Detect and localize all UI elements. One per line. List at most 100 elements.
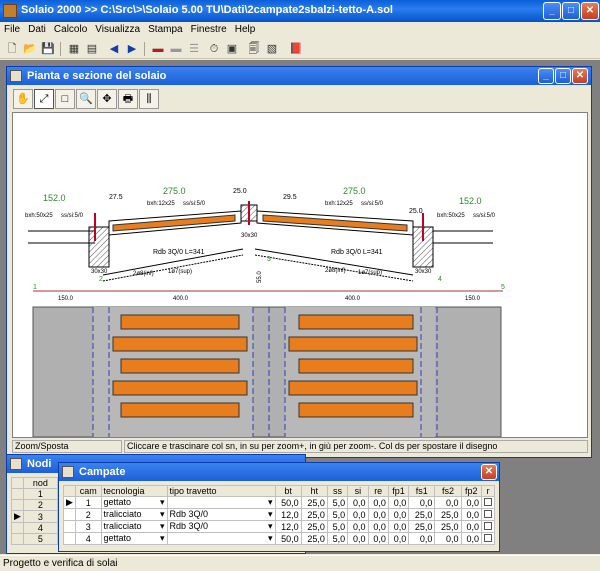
open-folder-icon[interactable]: 📂 (22, 41, 38, 57)
table-cell[interactable]: 0,0 (434, 496, 462, 509)
table-row[interactable]: 5 (11, 533, 58, 545)
table-cell[interactable]: 5,0 (326, 520, 349, 533)
menu-file[interactable]: File (0, 22, 24, 37)
table-cell[interactable]: 5,0 (326, 532, 349, 545)
table-row[interactable]: 4 gettato ▾ ▾ 50,0 25,0 5,0 0,0 0,0 0,0 0… (63, 532, 495, 545)
save-disk-icon[interactable]: 💾 (40, 41, 56, 57)
menu-dati[interactable]: Dati (24, 22, 50, 37)
chevron-down-icon[interactable]: ▾ (268, 509, 273, 520)
zoom-pan-tool-icon[interactable]: ⤢ (34, 89, 54, 109)
table-cell[interactable]: 25,0 (434, 508, 462, 521)
table-cell[interactable]: 0,0 (387, 532, 410, 545)
table-cell[interactable]: 0,0 (387, 508, 410, 521)
close-button[interactable]: ✕ (581, 2, 599, 20)
print-preview-icon[interactable]: 🗐 (246, 41, 262, 57)
table-row[interactable]: 4 (11, 522, 58, 534)
table-cell[interactable]: 5,0 (326, 496, 349, 509)
table-cell[interactable]: 25,0 (408, 520, 436, 533)
table-row[interactable]: ▶ 3 (11, 510, 58, 523)
r-checkbox[interactable] (481, 508, 495, 521)
chevron-down-icon[interactable]: ▾ (268, 497, 273, 508)
chevron-down-icon[interactable]: ▾ (160, 497, 165, 508)
table-cell[interactable]: 0,0 (367, 508, 389, 521)
table-cell[interactable]: 0,0 (460, 496, 483, 509)
table-cell[interactable]: 0,0 (367, 496, 389, 509)
menu-visualizza[interactable]: Visualizza (91, 22, 144, 37)
table-cell[interactable]: 25,0 (434, 520, 462, 533)
pianta-minimize-button[interactable]: _ (538, 68, 554, 84)
travetto-select[interactable]: Rdb 3Q/0 ▾ (166, 520, 276, 533)
minimize-button[interactable]: _ (543, 2, 561, 20)
maximize-button[interactable]: □ (562, 2, 580, 20)
table-cell[interactable]: 4 (22, 522, 58, 534)
r-checkbox[interactable] (481, 532, 495, 545)
menu-finestre[interactable]: Finestre (187, 22, 231, 37)
calc-icon[interactable]: ▣ (224, 41, 240, 57)
print-tool-icon[interactable]: 🖶 (118, 89, 138, 109)
hand-tool-icon[interactable]: ✋ (13, 89, 33, 109)
table-cell[interactable]: 0,0 (460, 520, 483, 533)
pianta-close-button[interactable]: ✕ (572, 68, 588, 84)
table-cell[interactable]: 0,0 (347, 508, 369, 521)
table-cell[interactable]: 25,0 (408, 508, 436, 521)
table-cell[interactable]: 0,0 (408, 532, 436, 545)
table-cell[interactable]: 25,0 (300, 508, 328, 521)
campate-close-button[interactable]: ✕ (481, 464, 497, 480)
beam-icon[interactable]: ▬ (150, 41, 166, 57)
table-row[interactable]: 2 (11, 499, 58, 511)
table-row[interactable]: ▶ 1 gettato ▾ ▾ 50,0 25,0 5,0 0,0 0,0 0,0… (63, 496, 495, 509)
table-cell[interactable]: 25,0 (300, 520, 328, 533)
r-checkbox[interactable] (481, 520, 495, 533)
back-arrow-icon[interactable]: ◀ (106, 41, 122, 57)
menu-stampa[interactable]: Stampa (144, 22, 186, 37)
travetto-select[interactable]: ▾ (166, 496, 276, 509)
forward-arrow-icon[interactable]: ▶ (124, 41, 140, 57)
table-row[interactable]: 1 (11, 488, 58, 500)
table-cell[interactable]: 0,0 (460, 508, 483, 521)
chevron-down-icon[interactable]: ▾ (268, 533, 273, 544)
table-icon[interactable]: ▦ (66, 41, 82, 57)
grid-icon[interactable]: ▤ (84, 41, 100, 57)
table-cell[interactable]: 0,0 (347, 520, 369, 533)
table-cell[interactable]: 0,0 (434, 532, 462, 545)
chevron-down-icon[interactable]: ▾ (160, 533, 165, 544)
table-cell[interactable]: 50,0 (274, 532, 302, 545)
table-cell[interactable]: 12,0 (274, 520, 302, 533)
table-cell[interactable]: 50,0 (274, 496, 302, 509)
table-row[interactable]: 2 tralicciato ▾ Rdb 3Q/0 ▾ 12,0 25,0 5,0 0… (63, 508, 495, 521)
menu-calcolo[interactable]: Calcolo (50, 22, 91, 37)
pianta-maximize-button[interactable]: □ (555, 68, 571, 84)
report-icon[interactable]: ▧ (264, 41, 280, 57)
measure-tool-icon[interactable]: ⫼ (139, 89, 159, 109)
table-cell[interactable]: 0,0 (347, 496, 369, 509)
tecnologia-select[interactable]: tralicciato ▾ (100, 520, 168, 533)
new-file-icon[interactable]: 🗋 (4, 41, 20, 57)
chevron-down-icon[interactable]: ▾ (160, 509, 165, 520)
chevron-down-icon[interactable]: ▾ (268, 521, 273, 532)
table-cell[interactable]: 0,0 (387, 520, 410, 533)
table-cell[interactable]: 0,0 (408, 496, 436, 509)
move-tool-icon[interactable]: ✥ (97, 89, 117, 109)
menu-help[interactable]: Help (231, 22, 260, 37)
chevron-down-icon[interactable]: ▾ (160, 521, 165, 532)
book-icon[interactable]: 📕 (288, 41, 304, 57)
table-cell[interactable]: 2 (22, 499, 58, 511)
table-cell[interactable]: 5 (22, 533, 58, 545)
zoom-window-tool-icon[interactable]: □ (55, 89, 75, 109)
table-cell[interactable]: 0,0 (347, 532, 369, 545)
drawing-canvas[interactable]: 152.0 bxh:50x25 ss/si:5/0 27.5 275.0 bxh… (12, 112, 588, 438)
tecnologia-select[interactable]: gettato ▾ (100, 496, 168, 509)
table-row[interactable]: 3 tralicciato ▾ Rdb 3Q/0 ▾ 12,0 25,0 5,0 0… (63, 520, 495, 533)
stopwatch-icon[interactable]: ⏱ (206, 41, 222, 57)
table-cell[interactable]: 1 (22, 488, 58, 500)
table-cell[interactable]: 0,0 (367, 520, 389, 533)
table-cell[interactable]: 25,0 (300, 532, 328, 545)
tecnologia-select[interactable]: tralicciato ▾ (100, 508, 168, 521)
table-cell[interactable]: 3 (22, 510, 58, 523)
table-cell[interactable]: 25,0 (300, 496, 328, 509)
travetto-select[interactable]: ▾ (166, 532, 276, 545)
tecnologia-select[interactable]: gettato ▾ (100, 532, 168, 545)
table-cell[interactable]: 0,0 (367, 532, 389, 545)
table-cell[interactable]: 0,0 (387, 496, 410, 509)
table-cell[interactable]: 0,0 (460, 532, 483, 545)
